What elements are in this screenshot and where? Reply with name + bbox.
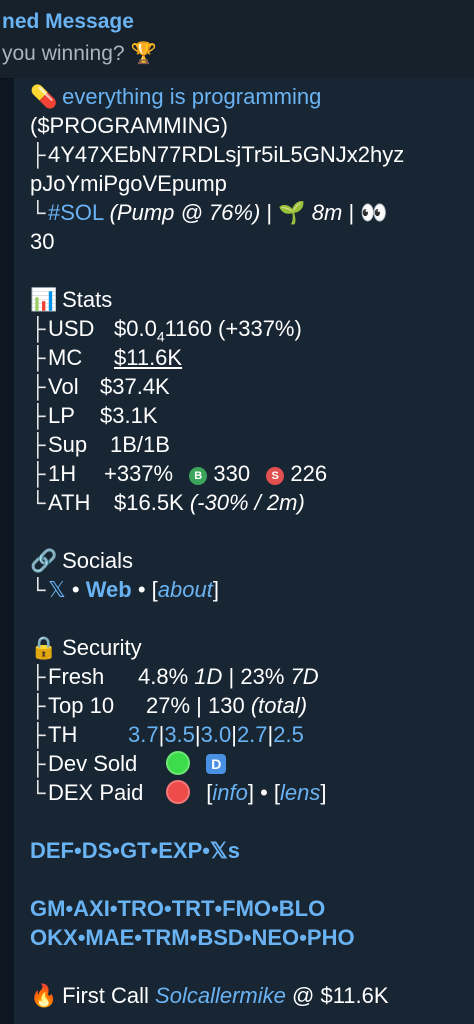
token-name-link[interactable]: everything is programming [62, 84, 321, 109]
th-value-5[interactable]: 2.5 [273, 722, 304, 747]
web-link[interactable]: Web [86, 577, 132, 602]
first-call-value: $11.6K [320, 983, 389, 1008]
platform-info: (Pump @ 76%) [109, 200, 261, 225]
security-fresh: ├ Fresh 4.8% 1D | 23% 7D [30, 664, 319, 689]
link-exp[interactable]: EXP [158, 838, 202, 863]
stat-vol: ├ Vol $37.4K [30, 374, 170, 399]
th-value-2[interactable]: 3.5 [164, 722, 195, 747]
th-value-4[interactable]: 2.7 [237, 722, 268, 747]
security-title: Security [62, 635, 142, 660]
link-fmo[interactable]: FMO [222, 896, 271, 921]
sell-count: 226 [290, 461, 328, 486]
stats-title: Stats [62, 287, 113, 312]
message-bubble: 💊 everything is programming ($PROGRAMMIN… [14, 78, 474, 1024]
socials-title: Socials [62, 548, 134, 573]
link-tro[interactable]: TRO [118, 896, 164, 921]
token-meta-row: └ #SOL (Pump @ 76%) | 🌱 8m | 👀 [30, 200, 388, 225]
link-axi[interactable]: AXI [73, 896, 110, 921]
token-address-row[interactable]: ├ 4Y47XEbN77RDLsjTr5iL5GNJx2hyz [30, 140, 470, 169]
first-call-row: 🔥 First Call Solcallermike @ $11.6K [30, 983, 389, 1008]
link-blo[interactable]: BLO [279, 896, 325, 921]
first-call-label: First Call [62, 983, 149, 1008]
token-ticker: ($PROGRAMMING) [30, 113, 228, 138]
link-neo[interactable]: NEO [252, 925, 300, 950]
th-value-1[interactable]: 3.7 [128, 722, 159, 747]
stat-sup: ├ Sup 1B/1B [30, 432, 170, 457]
x-link[interactable]: 𝕏 [48, 577, 66, 602]
watchers-count: 30 [30, 229, 55, 254]
link-trm[interactable]: TRM [142, 925, 190, 950]
caller-username-link[interactable]: Solcallermike [155, 983, 286, 1008]
stat-mc: ├ MC $11.6K [30, 345, 183, 370]
lens-link[interactable]: lens [280, 780, 320, 805]
link-gt[interactable]: GT [120, 838, 151, 863]
links-row-3: OKX•MAE•TRM•BSD•NEO•PHO [30, 925, 355, 950]
token-address-part2[interactable]: pJoYmiPgoVEpump [30, 169, 470, 198]
links-row-2: GM•AXI•TRO•TRT•FMO•BLO [30, 896, 326, 921]
socials-row: └ 𝕏 • Web • [about] [30, 577, 219, 602]
eyes-icon: 👀 [360, 200, 388, 225]
lock-icon: 🔒 [30, 635, 58, 660]
token-name-row: 💊 everything is programming [30, 82, 470, 111]
dev-badge-icon: D [206, 754, 227, 774]
buy-count: 330 [213, 461, 251, 486]
token-address-part1[interactable]: 4Y47XEbN77RDLsjTr5iL5GNJx2hyz [48, 142, 404, 167]
fire-icon: 🔥 [30, 983, 58, 1008]
stat-1h: ├ 1H +337% B 330 S 226 [30, 461, 328, 486]
trophy-icon: 🏆 [130, 42, 157, 65]
token-alert-message: 💊 everything is programming ($PROGRAMMIN… [30, 78, 470, 1010]
security-dex-paid: └ DEX Paid [info] • [lens] [30, 780, 327, 805]
link-bsd[interactable]: BSD [197, 925, 243, 950]
buy-badge-icon: B [189, 467, 208, 485]
token-age: 8m [311, 200, 343, 225]
red-circle-icon [166, 780, 191, 804]
about-link[interactable]: about [158, 577, 213, 602]
link-def[interactable]: DEF [30, 838, 74, 863]
stats-heading: 📊 Stats [30, 285, 470, 314]
links-row-1: DEF•DS•GT•EXP•𝕏s [30, 838, 240, 863]
link-pho[interactable]: PHO [307, 925, 355, 950]
link-xs[interactable]: 𝕏s [210, 838, 240, 863]
link-gm[interactable]: GM [30, 896, 65, 921]
link-ds[interactable]: DS [82, 838, 113, 863]
th-value-3[interactable]: 3.0 [201, 722, 232, 747]
security-heading: 🔒 Security [30, 633, 470, 662]
link-okx[interactable]: OKX [30, 925, 78, 950]
link-trt[interactable]: TRT [172, 896, 215, 921]
stat-lp: ├ LP $3.1K [30, 403, 158, 428]
socials-heading: 🔗 Socials [30, 546, 470, 575]
security-dev-sold: ├ Dev Sold D [30, 749, 470, 778]
chain-tag-link[interactable]: #SOL [48, 200, 103, 225]
pill-icon: 💊 [30, 84, 58, 109]
pinned-message-bar[interactable]: ned Message you winning? 🏆 [0, 0, 474, 79]
bar-chart-icon: 📊 [30, 287, 58, 312]
green-circle-icon [166, 751, 191, 775]
market-cap-value: $11.6K [114, 345, 183, 370]
info-link[interactable]: info [212, 780, 247, 805]
security-th: ├ TH 3.7|3.5|3.0|2.7|2.5 [30, 722, 304, 747]
stat-ath: └ ATH $16.5K (-30% / 2m) [30, 490, 305, 515]
sell-badge-icon: S [266, 467, 285, 485]
pinned-preview: you winning? 🏆 [2, 42, 157, 65]
pinned-title: ned Message [2, 10, 134, 33]
stat-usd: ├ USD $0.041160 (+337%) [30, 316, 302, 345]
link-mae[interactable]: MAE [85, 925, 134, 950]
link-icon: 🔗 [30, 548, 58, 573]
sprout-icon: 🌱 [278, 200, 306, 225]
security-top10: ├ Top 10 27% | 130 (total) [30, 693, 308, 718]
